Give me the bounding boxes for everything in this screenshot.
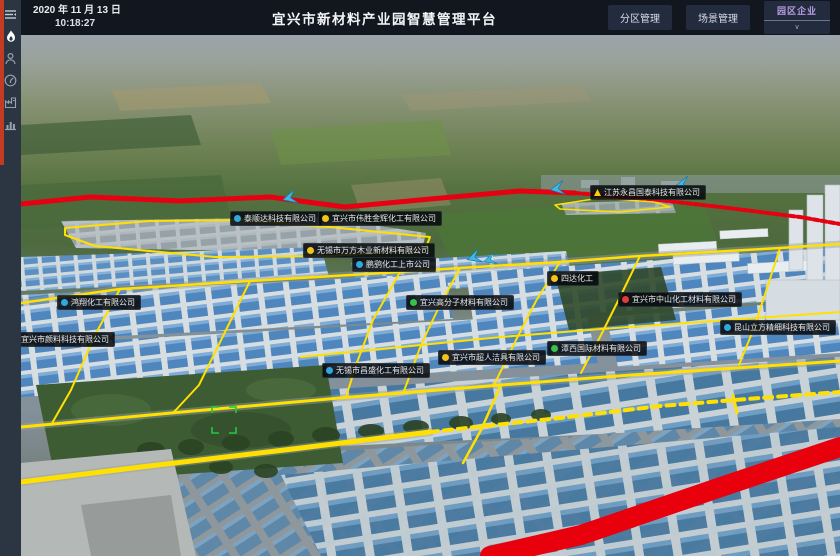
company-label: 宜兴市伟胜金辉化工有限公司 xyxy=(332,213,436,224)
company-label: 鹏鹞化工上市公司 xyxy=(366,259,430,270)
blue-dot-icon xyxy=(724,324,731,331)
chevron-down-icon: ∨ xyxy=(764,21,830,34)
company-marker[interactable]: 无锡市万方木业新材料有限公司 xyxy=(303,243,435,258)
company-marker[interactable]: 宜兴市颜料科技有限公司 xyxy=(21,332,115,347)
current-date: 2020 年 11 月 13 日 xyxy=(33,5,161,18)
company-label: 江苏永昌国泰科技有限公司 xyxy=(604,187,700,198)
yellow-dot-icon xyxy=(322,215,329,222)
scene-management-button[interactable]: 场景管理 xyxy=(686,5,750,30)
zone-management-button[interactable]: 分区管理 xyxy=(608,5,672,30)
company-marker[interactable]: 昆山立方精细科技有限公司 xyxy=(720,320,836,335)
sidebar-item-factory[interactable] xyxy=(0,91,21,113)
company-label: 宜兴市超人洁具有限公司 xyxy=(452,352,540,363)
warning-icon xyxy=(594,189,601,196)
company-label: 泰顺达科技有限公司 xyxy=(244,213,316,224)
sidebar-item-fire[interactable] xyxy=(0,25,21,47)
factory-icon xyxy=(4,96,17,109)
company-label: 潭西国际材料有限公司 xyxy=(561,343,641,354)
company-marker[interactable]: 宜兴市超人洁具有限公司 xyxy=(438,350,546,365)
yellow-dot-icon xyxy=(442,354,449,361)
company-label: 鸿翔化工有限公司 xyxy=(71,297,135,308)
company-marker[interactable]: 宜兴市中山化工材料有限公司 xyxy=(618,292,742,307)
user-icon xyxy=(4,52,17,65)
blue-dot-icon xyxy=(356,261,363,268)
map-3d-viewport[interactable]: 江苏永昌国泰科技有限公司 泰顺达科技有限公司 宜兴市伟胜金辉化工有限公司 无锡市… xyxy=(21,35,840,556)
company-marker[interactable]: 泰顺达科技有限公司 xyxy=(230,211,322,226)
current-time: 10:18:27 xyxy=(55,18,161,31)
company-label: 宜兴市颜料科技有限公司 xyxy=(21,334,109,345)
green-dot-icon xyxy=(410,299,417,306)
yellow-dot-icon xyxy=(551,275,558,282)
sidebar-item-statistics[interactable] xyxy=(0,113,21,135)
company-marker[interactable]: 宜兴市伟胜金辉化工有限公司 xyxy=(318,211,442,226)
yellow-dot-icon xyxy=(307,247,314,254)
company-label: 宜兴高分子材料有限公司 xyxy=(420,297,508,308)
company-marker[interactable]: 鸿翔化工有限公司 xyxy=(57,295,141,310)
company-marker[interactable]: 鹏鹞化工上市公司 xyxy=(352,257,436,272)
sidebar-item-monitor[interactable] xyxy=(0,69,21,91)
blue-dot-icon xyxy=(326,367,333,374)
company-label: 四达化工 xyxy=(561,273,593,284)
gauge-icon xyxy=(4,74,17,87)
dropdown-label: 园区企业 xyxy=(764,1,830,21)
company-marker[interactable]: 江苏永昌国泰科技有限公司 xyxy=(590,185,706,200)
company-marker[interactable]: 四达化工 xyxy=(547,271,599,286)
blue-dot-icon xyxy=(234,215,241,222)
datetime-block: 2020 年 11 月 13 日 10:18:27 xyxy=(0,5,161,30)
company-label: 昆山立方精细科技有限公司 xyxy=(734,322,830,333)
green-dot-icon xyxy=(551,345,558,352)
company-marker[interactable]: 宜兴高分子材料有限公司 xyxy=(406,295,514,310)
menu-icon xyxy=(4,8,17,21)
company-label: 宜兴市中山化工材料有限公司 xyxy=(632,294,736,305)
company-marker[interactable]: 潭西国际材料有限公司 xyxy=(547,341,647,356)
company-marker[interactable]: 无锡市昌盛化工有限公司 xyxy=(322,363,430,378)
company-label: 无锡市昌盛化工有限公司 xyxy=(336,365,424,376)
left-sidebar xyxy=(0,0,21,556)
bar-chart-icon xyxy=(4,118,17,131)
top-bar: 2020 年 11 月 13 日 10:18:27 宜兴市新材料产业园智慧管理平… xyxy=(0,0,840,35)
sidebar-item-menu[interactable] xyxy=(0,3,21,25)
company-label: 无锡市万方木业新材料有限公司 xyxy=(317,245,429,256)
header-controls: 分区管理 场景管理 园区企业 ∨ xyxy=(608,1,840,34)
red-dot-icon xyxy=(622,296,629,303)
park-enterprises-dropdown[interactable]: 园区企业 ∨ xyxy=(764,1,830,34)
sidebar-item-users[interactable] xyxy=(0,47,21,69)
blue-dot-icon xyxy=(61,299,68,306)
flame-icon xyxy=(5,30,17,43)
page-title: 宜兴市新材料产业园智慧管理平台 xyxy=(161,8,608,28)
